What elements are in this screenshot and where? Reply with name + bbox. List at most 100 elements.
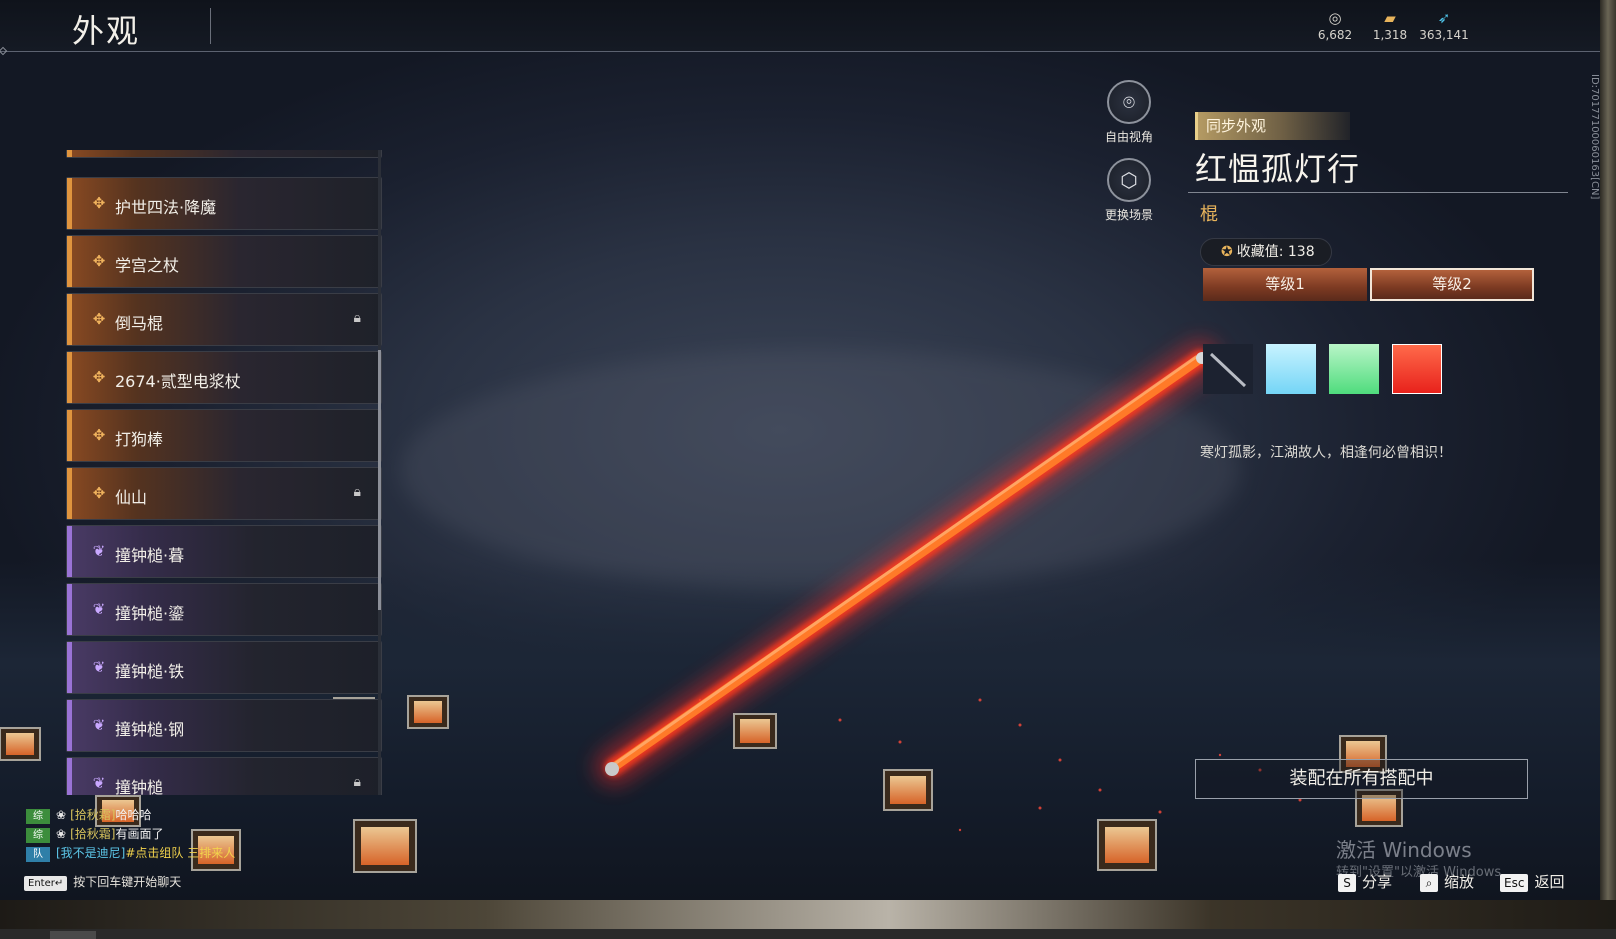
- chat-channel-badge: 综: [26, 809, 50, 824]
- chat-sender[interactable]: [拾秋霜]: [70, 808, 115, 822]
- sync-appearance-tag[interactable]: 同步外观: [1195, 112, 1350, 140]
- chat-line: 综 ❀ [拾秋霜]哈哈哈: [26, 806, 235, 825]
- rarity-purple-icon: ❦: [92, 542, 106, 560]
- rarity-purple-icon: ❦: [92, 716, 106, 734]
- rarity-bar: [67, 642, 72, 693]
- chat-message[interactable]: #点击组队 三排来人: [125, 846, 235, 860]
- lock-icon: 🔒︎: [353, 310, 361, 326]
- rarity-bar: [67, 236, 72, 287]
- chat-channel-badge: 综: [26, 828, 50, 843]
- preview-scene[interactable]: 外观 ◎ 6,682 ▰ 1,318 ➶ 363,141 ✥ 护世四法·降魔 ✥…: [0, 0, 1600, 900]
- list-scrollbar-thumb[interactable]: [378, 350, 381, 610]
- activation-watermark-title: 激活 Windows: [1336, 838, 1472, 862]
- chat-sender[interactable]: [我不是迪尼]: [56, 846, 125, 860]
- currency-tickets: ▰ 1,318: [1362, 8, 1418, 42]
- game-screen: 外观 ◎ 6,682 ▰ 1,318 ➶ 363,141 ✥ 护世四法·降魔 ✥…: [0, 0, 1616, 939]
- back-hotkey[interactable]: Esc 返回: [1500, 871, 1564, 892]
- lock-icon: 🔒︎: [353, 484, 361, 500]
- camera-icon: ⌾: [1107, 80, 1151, 124]
- tier-1-tab[interactable]: 等级1: [1203, 268, 1367, 301]
- item-title: 红愠孤灯行: [1195, 150, 1361, 188]
- feather-icon: ➶: [1437, 9, 1451, 27]
- item-name: 倒马棍: [115, 314, 164, 333]
- lotus-icon: ❀: [56, 808, 67, 822]
- ticket-icon: ▰: [1384, 9, 1396, 27]
- list-item[interactable]: ❦ 撞钟槌·钢: [66, 699, 382, 752]
- change-scene-button[interactable]: ⬡ 更换场景: [1094, 158, 1164, 223]
- page-title: 外观: [72, 12, 141, 50]
- title-divider: [210, 8, 211, 44]
- chat-channel-badge: 队: [26, 847, 50, 862]
- collection-value: 收藏值: 138: [1236, 244, 1315, 260]
- item-name: 撞钟槌·暮: [115, 546, 185, 565]
- zoom-label: 缩放: [1444, 873, 1475, 891]
- list-item[interactable]: ✥ 学宫之杖: [66, 235, 382, 288]
- rarity-orange-icon: ✥: [92, 426, 106, 444]
- equip-all-outfits-button[interactable]: 装配在所有搭配中: [1195, 759, 1528, 799]
- rarity-bar: [67, 352, 72, 403]
- list-item[interactable]: ✥ 仙山 🔒︎: [66, 467, 382, 520]
- chat-message: 哈哈哈: [115, 808, 152, 822]
- collection-value-badge: ✪ 收藏值: 138: [1200, 238, 1332, 266]
- rarity-orange-icon: ✥: [92, 368, 106, 386]
- list-item[interactable]: ✥ 倒马棍 🔒︎: [66, 293, 382, 346]
- esc-key-icon: Esc: [1500, 874, 1529, 892]
- collection-icon: ✪: [1221, 244, 1233, 260]
- item-id-text: ID:70177100060163[CN]: [1589, 74, 1600, 200]
- currency-value: 6,682: [1317, 28, 1353, 42]
- rarity-orange-icon: ✥: [92, 252, 106, 270]
- title-underline: [1188, 192, 1568, 193]
- list-item[interactable]: ❦ 撞钟槌·铁: [66, 641, 382, 694]
- rarity-orange-icon: ✥: [92, 194, 106, 212]
- rarity-bar: [67, 700, 72, 751]
- back-label: 返回: [1534, 873, 1565, 891]
- chat-message: 有画面了: [115, 827, 164, 841]
- currency-feathers: ➶ 363,141: [1416, 8, 1472, 42]
- share-key-icon: S: [1338, 874, 1356, 892]
- free-view-button[interactable]: ⌾ 自由视角: [1094, 80, 1164, 145]
- item-name: 撞钟槌: [115, 778, 164, 795]
- list-item[interactable]: [66, 150, 382, 158]
- list-item[interactable]: ✥ 护世四法·降魔: [66, 177, 382, 230]
- free-view-label: 自由视角: [1104, 130, 1153, 144]
- item-name: 学宫之杖: [115, 256, 180, 275]
- rarity-orange-icon: ✥: [92, 484, 106, 502]
- rarity-purple-icon: ❦: [92, 600, 106, 618]
- rarity-bar: [67, 294, 72, 345]
- scene-cube-icon: ⬡: [1107, 158, 1151, 202]
- list-item[interactable]: ❦ 撞钟槌·鎏: [66, 583, 382, 636]
- chat-line: 综 ❀ [拾秋霜]有画面了: [26, 825, 235, 844]
- currency-coins: ◎ 6,682: [1307, 8, 1363, 42]
- currency-value: 363,141: [1419, 28, 1469, 42]
- rarity-bar: [67, 150, 72, 157]
- taskbar-button[interactable]: [50, 931, 96, 939]
- share-hotkey[interactable]: S 分享: [1338, 871, 1392, 892]
- zoom-hotkey[interactable]: ⌕ 缩放: [1420, 871, 1474, 892]
- color-swatch-default[interactable]: [1203, 344, 1253, 394]
- tier-2-tab[interactable]: 等级2: [1370, 268, 1534, 301]
- chat-panel[interactable]: 综 ❀ [拾秋霜]哈哈哈 综 ❀ [拾秋霜]有画面了 队 [我不是迪尼]#点击组队 三排来…: [26, 806, 235, 863]
- item-name: 仙山: [115, 488, 148, 507]
- top-bar: 外观 ◎ 6,682 ▰ 1,318 ➶ 363,141: [0, 0, 1600, 52]
- list-item[interactable]: ❦ 撞钟槌·暮: [66, 525, 382, 578]
- list-item[interactable]: ✥ 2674·贰型电浆杖: [66, 351, 382, 404]
- item-name: 撞钟槌·铁: [115, 662, 185, 681]
- appearance-list[interactable]: ✥ 护世四法·降魔 ✥ 学宫之杖 ✥ 倒马棍 🔒︎ ✥ 2674·贰型电浆杖 ✥…: [66, 150, 386, 795]
- chat-sender[interactable]: [拾秋霜]: [70, 827, 115, 841]
- chat-line: 队 [我不是迪尼]#点击组队 三排来人: [26, 844, 235, 863]
- lotus-icon: ❀: [56, 827, 67, 841]
- list-item[interactable]: ❦ 撞钟槌 🔒︎: [66, 757, 382, 795]
- rarity-purple-icon: ❦: [92, 774, 106, 792]
- color-swatch-green[interactable]: [1329, 344, 1379, 394]
- background-edge-bottom: [0, 900, 1616, 929]
- color-swatch-red[interactable]: [1392, 344, 1442, 394]
- rarity-purple-icon: ❦: [92, 658, 106, 676]
- color-swatch-light-blue[interactable]: [1266, 344, 1316, 394]
- list-item[interactable]: ✥ 打狗棒: [66, 409, 382, 462]
- item-name: 2674·贰型电浆杖: [115, 372, 241, 391]
- item-description: 寒灯孤影，江湖故人，相逢何必曾相识！: [1200, 445, 1452, 461]
- rarity-bar: [67, 178, 72, 229]
- change-scene-label: 更换场景: [1104, 208, 1153, 222]
- mouse-wheel-icon: ⌕: [1420, 874, 1438, 892]
- chat-hint[interactable]: Enter↵ 按下回车键开始聊天: [24, 873, 181, 891]
